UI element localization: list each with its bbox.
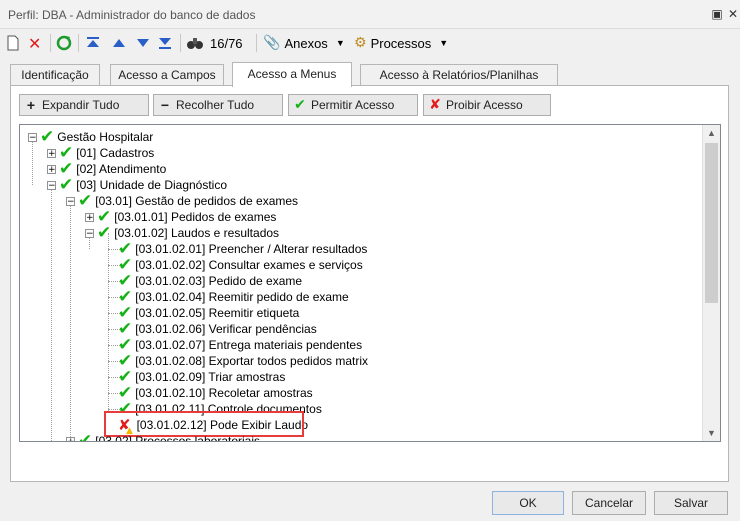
tree-leaf[interactable]: ✔ [03.01.02.09] Triar amostras	[118, 369, 286, 386]
tree-leaf[interactable]: ✔ [03.01.02.05] Reemitir etiqueta	[118, 305, 300, 322]
tree-node-label: [03.01.02.01] Preencher / Alterar result…	[135, 242, 368, 256]
tree-leaf[interactable]: ✔ [03.01.02.07] Entrega materiais pendent…	[118, 337, 363, 354]
deny-access-button[interactable]: ✘ Proibir Acesso	[423, 94, 551, 116]
expand-node-icon[interactable]: +	[85, 212, 94, 222]
scroll-up-icon[interactable]: ▲	[703, 125, 720, 141]
plus-icon: +	[26, 97, 36, 113]
allowed-check-icon[interactable]: ✔	[59, 177, 73, 194]
refresh-icon[interactable]	[56, 33, 72, 53]
last-record-icon[interactable]	[158, 33, 172, 53]
tree-node-label: [02] Atendimento	[76, 162, 167, 176]
ok-button[interactable]: OK	[492, 491, 564, 515]
expand-all-label: Expandir Tudo	[42, 98, 120, 112]
menu-access-panel: + Expandir Tudo − Recolher Tudo ✔ Permit…	[10, 85, 729, 482]
delete-icon[interactable]: ✕	[28, 33, 41, 53]
cancel-button[interactable]: Cancelar	[572, 491, 646, 515]
search-binoculars-icon[interactable]	[186, 33, 204, 53]
allowed-check-icon[interactable]: ✔	[40, 129, 54, 146]
allow-access-button[interactable]: ✔ Permitir Acesso	[288, 94, 418, 116]
tree-node-label: [03.01] Gestão de pedidos de exames	[95, 194, 299, 208]
collapse-all-label: Recolher Tudo	[176, 98, 255, 112]
attachments-button[interactable]: 📎 Anexos ▼	[263, 33, 345, 53]
tree-node[interactable]: − ✔ [03.01.02] Laudos e resultados	[85, 225, 280, 242]
tree-node-label: [03] Unidade de Diagnóstico	[76, 178, 228, 192]
tree-node-label: [03.01.02.06] Verificar pendências	[135, 322, 317, 336]
window-title: Perfil: DBA - Administrador do banco de …	[8, 8, 256, 22]
allowed-check-icon[interactable]: ✔	[78, 433, 92, 442]
expand-node-icon[interactable]: +	[47, 164, 56, 174]
tree-node-label: [03.01.02.10] Recoletar amostras	[135, 386, 313, 400]
allowed-check-icon[interactable]: ✔	[78, 193, 92, 210]
collapse-node-icon[interactable]: −	[85, 228, 94, 238]
tree-node-label: [03.01.02.03] Pedido de exame	[135, 274, 303, 288]
tree-leaf[interactable]: ✔ [03.01.02.08] Exportar todos pedidos ma…	[118, 353, 369, 370]
tree-node-label: [03.01.02.09] Triar amostras	[135, 370, 286, 384]
expand-node-icon[interactable]: +	[47, 148, 56, 158]
toolbar: ✕ 16/76 📎 Anexos ▼ ⚙ Processos ▼	[0, 29, 740, 57]
tree-node-label: [01] Cadastros	[76, 146, 155, 160]
tree-leaf[interactable]: ✔ [03.01.02.02] Consultar exames e serviç…	[118, 257, 363, 274]
menu-tree[interactable]: − ✔ Gestão Hospitalar + ✔ [01] Cadastros + ✔[…	[19, 124, 721, 442]
gears-icon: ⚙	[354, 35, 367, 51]
next-record-icon[interactable]	[136, 33, 150, 53]
previous-record-icon[interactable]	[112, 33, 126, 53]
close-window-icon[interactable]: ✕	[724, 5, 740, 23]
dropdown-arrow-icon: ▼	[439, 38, 449, 48]
dropdown-arrow-icon: ▼	[335, 38, 345, 48]
tree-node[interactable]: − ✔ [03] Unidade de Diagnóstico	[47, 177, 228, 194]
scroll-down-icon[interactable]: ▼	[703, 425, 720, 441]
tab-identificacao[interactable]: Identificação	[10, 64, 100, 85]
attachments-label: Anexos	[284, 35, 328, 51]
x-icon: ✘	[429, 97, 441, 113]
tree-node-label: [03.01.02.07] Entrega materiais pendente…	[135, 338, 363, 352]
first-record-icon[interactable]	[86, 33, 100, 53]
allow-access-label: Permitir Acesso	[311, 98, 395, 112]
vertical-scrollbar[interactable]: ▲ ▼	[702, 125, 720, 441]
tree-node[interactable]: − ✔ Gestão Hospitalar	[28, 129, 154, 146]
tree-node[interactable]: + ✔ [03.01.01] Pedidos de exames	[85, 209, 277, 226]
tab-acesso-menus[interactable]: Acesso a Menus	[232, 62, 352, 87]
tree-leaf[interactable]: ✔ [03.01.02.04] Reemitir pedido de exame	[118, 289, 349, 306]
minus-icon: −	[160, 97, 170, 113]
tree-node-label: [03.01.02.08] Exportar todos pedidos mat…	[135, 354, 369, 368]
new-icon[interactable]	[6, 33, 20, 53]
title-bar: Perfil: DBA - Administrador do banco de …	[0, 0, 740, 29]
tree-leaf[interactable]: ✔ [03.01.02.03] Pedido de exame	[118, 273, 303, 290]
record-counter: 16/76	[210, 35, 243, 51]
paperclip-icon: 📎	[263, 35, 281, 51]
processes-label: Processos	[370, 35, 432, 51]
tab-acesso-campos[interactable]: Acesso a Campos	[110, 64, 224, 85]
tree-node[interactable]: + ✔ [03.02] Processos laboratoriais	[66, 433, 261, 442]
collapse-node-icon[interactable]: −	[28, 132, 37, 142]
tree-node-label: Gestão Hospitalar	[57, 130, 154, 144]
collapse-all-button[interactable]: − Recolher Tudo	[153, 94, 283, 116]
tree-node-label: [03.01.02] Laudos e resultados	[114, 226, 280, 240]
check-icon: ✔	[294, 97, 306, 113]
tree-leaf[interactable]: ✔ [03.01.02.10] Recoletar amostras	[118, 385, 313, 402]
tree-node-label: [03.01.02.05] Reemitir etiqueta	[135, 306, 300, 320]
processes-button[interactable]: ⚙ Processos ▼	[354, 33, 448, 53]
tab-acesso-relatorios[interactable]: Acesso à Relatórios/Planilhas	[360, 64, 558, 85]
deny-access-label: Proibir Acesso	[446, 98, 523, 112]
expand-all-button[interactable]: + Expandir Tudo	[19, 94, 149, 116]
tree-leaf[interactable]: ✔ [03.01.02.06] Verificar pendências	[118, 321, 317, 338]
expand-node-icon[interactable]: +	[66, 436, 75, 441]
tree-node-label: [03.01.01] Pedidos de exames	[114, 210, 277, 224]
scrollbar-thumb[interactable]	[705, 143, 718, 303]
allowed-check-icon[interactable]: ✔	[97, 225, 111, 242]
collapse-node-icon[interactable]: −	[66, 196, 75, 206]
tree-node-label: [03.01.02.02] Consultar exames e serviço…	[135, 258, 363, 272]
tree-leaf[interactable]: ✔ [03.01.02.01] Preencher / Alterar resul…	[118, 241, 368, 258]
tree-node-label: [03.01.02.04] Reemitir pedido de exame	[135, 290, 349, 304]
collapse-node-icon[interactable]: −	[47, 180, 56, 190]
save-button[interactable]: Salvar	[654, 491, 728, 515]
tree-node-label: [03.02] Processos laboratoriais	[95, 434, 261, 442]
